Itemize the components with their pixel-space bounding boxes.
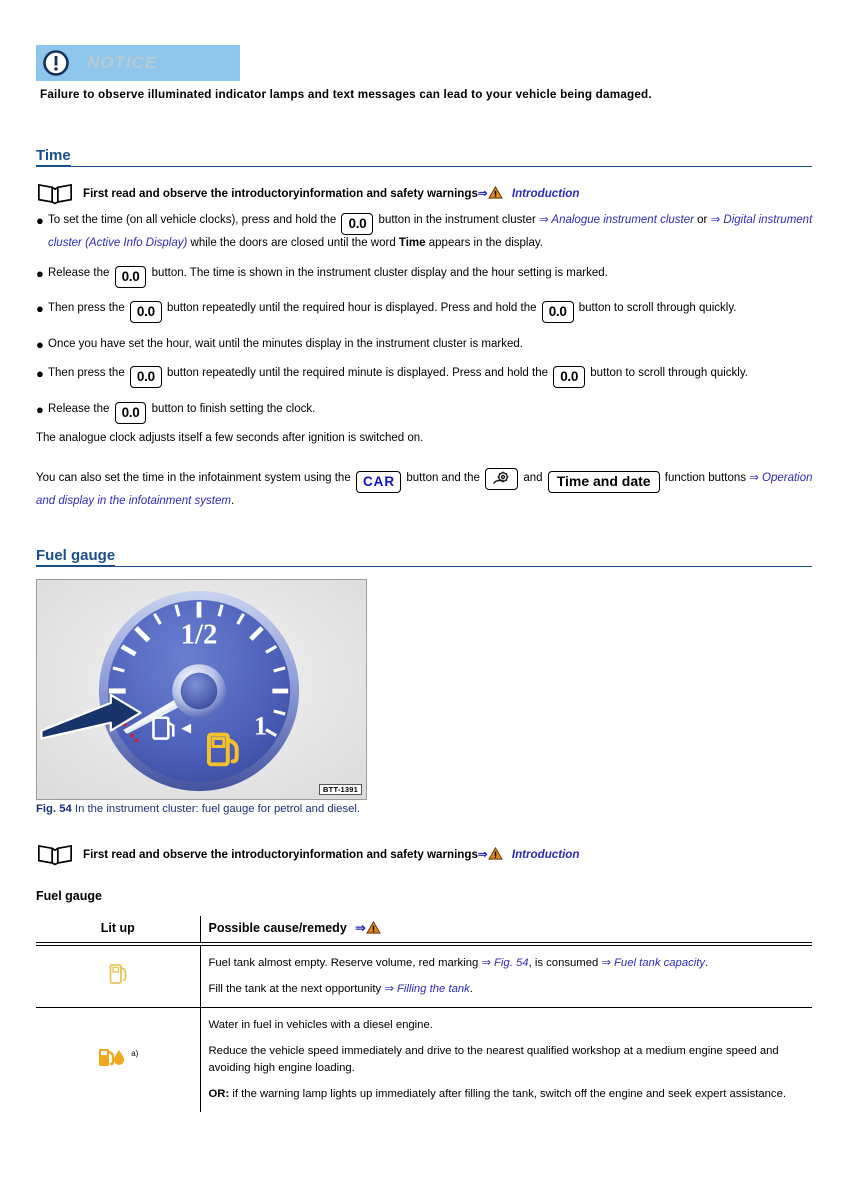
list-item: ● Release the 0.0 button to finish settin…	[36, 401, 818, 424]
button-0-0[interactable]: 0.0	[114, 265, 147, 288]
figure-code: BTT-1391	[319, 784, 362, 795]
xref-arrow: ⇒	[477, 848, 488, 861]
list-item-text: Then press the 0.0 button repeatedly unt…	[48, 300, 818, 323]
fuel-pump-outline-icon	[109, 963, 127, 984]
list-item: ● Then press the 0.0 button repeatedly un…	[36, 300, 818, 323]
bullet-dot: ●	[36, 401, 44, 417]
paragraph-infotainment: You can also set the time in the infotai…	[36, 468, 818, 510]
section-heading-fuel-gauge-label: Fuel gauge	[36, 547, 116, 566]
lamp-icon-cell	[36, 946, 200, 1008]
paragraph-analogue-clock: The analogue clock adjusts itself a few …	[36, 432, 424, 444]
xref-arrow: ⇒	[601, 957, 611, 969]
cross-reference-link[interactable]: Fig. 54	[491, 957, 529, 969]
bullet-dot: ●	[36, 336, 44, 352]
intro-note-fuel-text: First read and observe the introductoryi…	[83, 846, 580, 861]
cell-paragraph: Fill the tank at the next opportunity ⇒ …	[208, 983, 473, 995]
figure-caption-text: In the instrument cluster: fuel gauge fo…	[71, 803, 361, 815]
xref-arrow: ⇒	[355, 921, 366, 935]
warning-triangle-icon	[487, 846, 503, 860]
svg-text:1/2: 1/2	[181, 618, 218, 650]
cause-remedy-cell: Fuel tank almost empty. Reserve volume, …	[199, 945, 812, 1008]
xref-arrow: ⇒	[477, 187, 488, 200]
figure-caption-number: Fig. 54	[36, 803, 72, 815]
table-row: Fuel tank almost empty. Reserve volume, …	[36, 945, 812, 1008]
cross-reference-link[interactable]: Operation and display in the infotainmen…	[36, 472, 813, 507]
xref-arrow: ⇒	[384, 983, 394, 995]
list-item-text: Release the 0.0 button to finish setting…	[48, 401, 818, 424]
bullet-dot: ●	[36, 301, 44, 316]
cause-remedy-cell: Water in fuel in vehicles with a diesel …	[199, 1007, 812, 1112]
xref-arrow: ⇒	[481, 957, 491, 969]
button-0-0[interactable]: 0.0	[129, 366, 162, 388]
section-heading-time-label: Time	[36, 147, 71, 166]
manual-page: NOTICE Failure to observe illuminated in…	[0, 0, 848, 1200]
notice-label: NOTICE	[87, 53, 158, 72]
bullet-dot: ●	[36, 213, 44, 228]
table-header-cause-remedy: Possible cause/remedy ⇒	[199, 916, 812, 943]
exclamation-circle-icon	[43, 50, 69, 76]
intro-note-time: First read and observe the introductoryi…	[36, 181, 579, 205]
car-button[interactable]: CAR	[355, 471, 402, 493]
intro-note-time-text: First read and observe the introductoryi…	[83, 185, 580, 200]
section-heading-time: Time	[36, 147, 812, 167]
notice-text: Failure to observe illuminated indicator…	[40, 88, 652, 101]
figure-fuel-gauge: 1/2 1 BTT-1391	[36, 579, 367, 800]
list-item: ● Once you have set the hour, wait until …	[36, 336, 818, 353]
cross-reference-link[interactable]: Analogue instrument cluster	[549, 214, 694, 226]
fuel-gauge-table: Lit up Possible cause/remedy ⇒ Fuel tank…	[36, 916, 812, 1112]
list-item-text: To set the time (on all vehicle clocks),…	[48, 213, 813, 249]
table-row: a) Water in fuel in vehicles with a dies…	[36, 1007, 812, 1112]
lamp-icon-cell: a)	[36, 1007, 200, 1112]
notice-banner: NOTICE	[36, 45, 240, 81]
intro-note-fuel: First read and observe the introductoryi…	[36, 842, 579, 866]
fuel-pump-water-icon	[99, 1049, 125, 1066]
bullet-dot: ●	[36, 366, 44, 381]
time-steps-list: ● To set the time (on all vehicle clocks)…	[36, 212, 818, 436]
cell-paragraph: Reduce the vehicle speed immediately and…	[208, 1045, 779, 1074]
table-title: Fuel gauge	[36, 889, 102, 903]
xref-arrow: ⇒	[539, 214, 549, 226]
button-0-0[interactable]: 0.0	[553, 366, 586, 388]
cell-paragraph: OR: if the warning lamp lights up immedi…	[208, 1088, 787, 1100]
bullet-dot: ●	[36, 265, 44, 281]
setup-gear-icon	[493, 471, 509, 484]
warning-triangle-icon	[365, 920, 381, 934]
intro-link-introduction[interactable]: Introduction	[512, 848, 580, 861]
open-book-icon	[37, 183, 73, 205]
list-item: ● To set the time (on all vehicle clocks)…	[36, 212, 818, 252]
cross-reference-link[interactable]: Digital instrument cluster (Active Info …	[48, 214, 812, 249]
list-item: ● Then press the 0.0 button repeatedly un…	[36, 365, 818, 388]
button-0-0[interactable]: 0.0	[114, 401, 147, 424]
xref-arrow: ⇒	[749, 472, 759, 484]
list-item-text: Release the 0.0 button. The time is show…	[48, 265, 818, 288]
footnote-marker: a)	[131, 1049, 139, 1058]
list-item: ● Release the 0.0 button. The time is sho…	[36, 265, 818, 288]
open-book-icon	[37, 844, 73, 866]
emphasis: Time	[398, 237, 426, 249]
svg-text:1: 1	[254, 711, 267, 741]
button-0-0[interactable]: 0.0	[341, 213, 374, 235]
cross-reference-link[interactable]: Fuel tank capacity	[611, 957, 705, 969]
time-and-date-button[interactable]: Time and date	[547, 471, 660, 493]
list-item-text: Once you have set the hour, wait until t…	[48, 337, 523, 350]
button-0-0[interactable]: 0.0	[541, 301, 574, 323]
setup-gear-button[interactable]	[485, 468, 519, 490]
emphasis: OR:	[208, 1088, 230, 1100]
intro-link-introduction[interactable]: Introduction	[512, 187, 580, 200]
figure-caption: Fig. 54 In the instrument cluster: fuel …	[36, 803, 736, 815]
list-item-text: Then press the 0.0 button repeatedly unt…	[48, 365, 818, 388]
cell-paragraph: Fuel tank almost empty. Reserve volume, …	[208, 957, 709, 969]
section-heading-fuel-gauge: Fuel gauge	[36, 547, 812, 567]
fuel-gauge-illustration: 1/2 1	[37, 580, 366, 799]
cross-reference-link[interactable]: Filling the tank	[394, 983, 470, 995]
warning-triangle-icon	[487, 185, 503, 199]
table-header-lit-up: Lit up	[100, 921, 135, 935]
table-header-row: Lit up Possible cause/remedy ⇒	[36, 916, 812, 943]
button-0-0[interactable]: 0.0	[129, 301, 162, 323]
xref-arrow: ⇒	[710, 214, 721, 226]
cell-paragraph: Water in fuel in vehicles with a diesel …	[208, 1019, 433, 1031]
